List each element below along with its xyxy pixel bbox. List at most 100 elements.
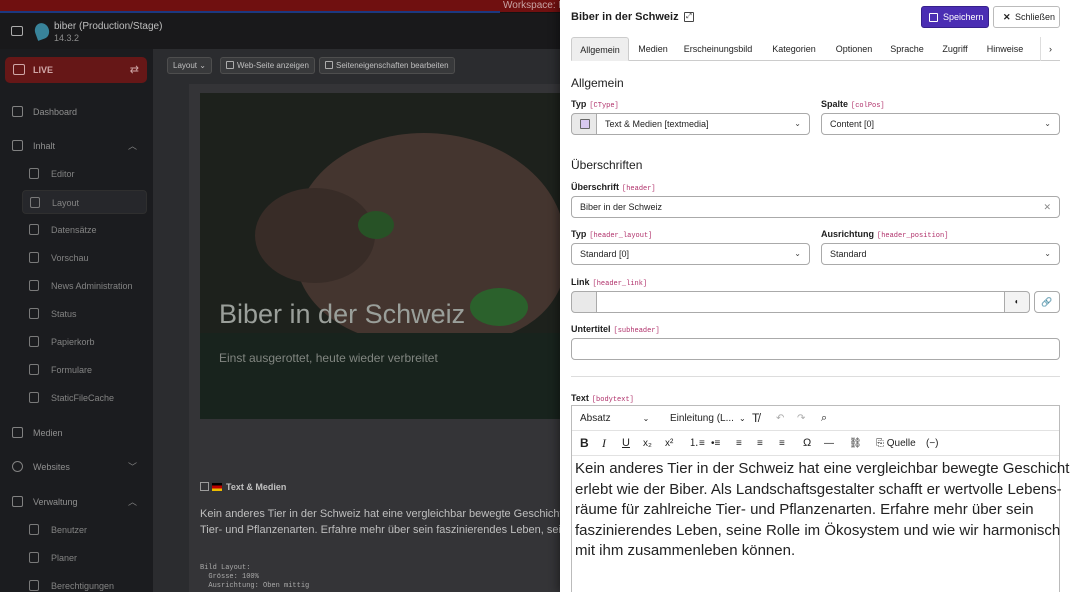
bulleted-list-icon[interactable]: •≡ <box>711 431 720 456</box>
bold-icon[interactable]: B <box>580 431 589 456</box>
underline-icon[interactable]: U <box>622 431 630 456</box>
ctype-label-text: Typ <box>571 99 587 109</box>
tab-medien[interactable]: Medien <box>631 37 675 61</box>
find-replace-icon[interactable]: ⌕ <box>821 406 827 431</box>
link-browser-icon[interactable]: 🔗 <box>1034 291 1060 313</box>
header-link-code: [header_link] <box>592 280 648 288</box>
chevron-down-icon: ⌄ <box>738 414 746 423</box>
tab-optionen[interactable]: Optionen <box>829 37 879 61</box>
align-right-icon[interactable]: ≡ <box>779 431 785 456</box>
header-value: Biber in der Schweiz <box>580 202 663 212</box>
horizontal-line-icon[interactable]: — <box>824 431 834 456</box>
ctype-value: Text & Medien [textmedia] <box>605 119 709 129</box>
textmedia-icon <box>580 119 590 129</box>
rte-toolbar-row-1: Absatz ⌄ Einleitung (L... ⌄ T̸ ↶ ↷ ⌕ <box>572 406 1059 431</box>
source-button[interactable]: ⎘ Quelle <box>876 431 916 456</box>
save-button[interactable]: Speichern <box>921 6 989 28</box>
close-icon: ✕ <box>1003 12 1011 22</box>
remove-format-icon[interactable]: T̸ <box>752 406 759 431</box>
ctype-select[interactable]: Text & Medien [textmedia] ⌄ <box>596 113 810 135</box>
source-label: Quelle <box>886 438 916 449</box>
subscript-icon[interactable]: x₂ <box>643 431 652 456</box>
superscript-icon[interactable]: x² <box>665 431 673 456</box>
tab-erscheinungsbild[interactable]: Erscheinungsbild <box>677 37 759 61</box>
subheader-input[interactable] <box>571 338 1060 360</box>
header-link-label-text: Link <box>571 277 590 287</box>
chevron-down-icon: ⌄ <box>642 414 650 423</box>
header-link-input[interactable] <box>596 291 1005 313</box>
header-layout-label-text: Typ <box>571 229 587 239</box>
rte-content[interactable]: Kein anderes Tier in der Schweiz hat ein… <box>575 459 1070 562</box>
rich-text-editor: Absatz ⌄ Einleitung (L... ⌄ T̸ ↶ ↷ ⌕ B I U… <box>571 405 1070 592</box>
subheader-code: [subheader] <box>613 327 660 335</box>
panel-title: Biber in der Schweiz <box>571 11 679 23</box>
header-input[interactable]: Biber in der Schweiz ✕ <box>571 196 1060 218</box>
tab-kategorien[interactable]: Kategorien <box>763 37 825 61</box>
header-layout-code: [header_layout] <box>589 232 653 240</box>
bodytext-code: [bodytext] <box>591 396 634 404</box>
bodytext-label: Text [bodytext] <box>571 393 634 404</box>
colpos-select[interactable]: Content [0] ⌄ <box>821 113 1060 135</box>
section-headers-heading: Überschriften <box>571 158 643 172</box>
header-layout-select[interactable]: Standard [0] ⌄ <box>571 243 810 265</box>
colpos-label: Spalte [colPos] <box>821 99 885 110</box>
redo-icon[interactable]: ↷ <box>797 406 805 431</box>
app-root: Workspace: LIVE biber (Production/Stage)… <box>0 0 1070 592</box>
subheader-label-text: Untertitel <box>571 324 611 334</box>
save-icon <box>929 13 938 22</box>
undo-icon[interactable]: ↶ <box>776 406 784 431</box>
bodytext-label-text: Text <box>571 393 589 403</box>
tab-hinweise[interactable]: Hinweise <box>979 37 1031 61</box>
header-position-label: Ausrichtung [header_position] <box>821 229 948 240</box>
header-label-text: Überschrift <box>571 182 620 192</box>
tab-allgemein[interactable]: Allgemein <box>571 37 629 61</box>
header-code: [header] <box>622 185 656 193</box>
numbered-list-icon[interactable]: ⒈≡ <box>689 431 705 456</box>
source-icon: ⎘ <box>876 438 884 449</box>
header-position-label-text: Ausrichtung <box>821 229 874 239</box>
tab-bar: Allgemein Medien Erscheinungsbild Katego… <box>571 37 1060 61</box>
paragraph-style-select[interactable]: Absatz ⌄ <box>580 406 649 431</box>
tab-sprache[interactable]: Sprache <box>883 37 931 61</box>
header-position-select[interactable]: Standard ⌄ <box>821 243 1060 265</box>
header-layout-value: Standard [0] <box>580 249 630 259</box>
link-addon <box>571 291 597 313</box>
close-label: Schließen <box>1015 12 1056 22</box>
chevron-down-icon: ⌄ <box>794 249 801 258</box>
align-center-icon[interactable]: ≡ <box>757 431 763 456</box>
header-layout-label: Typ [header_layout] <box>571 229 652 240</box>
header-position-code: [header_position] <box>877 232 949 240</box>
divider <box>571 376 1060 377</box>
align-left-icon[interactable]: ≡ <box>736 431 742 456</box>
expand-icon[interactable]: ⤢ <box>684 12 694 22</box>
ctype-label: Typ [CType] <box>571 99 619 110</box>
panel-header: Biber in der Schweiz ⤢ Speichern ✕ Schlie… <box>560 0 1070 35</box>
soft-hyphen-icon[interactable]: (−) <box>926 431 939 456</box>
ctype-code: [CType] <box>589 102 619 110</box>
backdrop <box>0 0 560 592</box>
rte-toolbar-row-2: B I U x₂ x² ⒈≡ •≡ ≡ ≡ ≡ Ω — ⛓ ⎘ Quelle (… <box>572 431 1059 456</box>
link-icon[interactable]: ⛓ <box>849 431 862 456</box>
heading-style-select[interactable]: Einleitung (L... ⌄ <box>670 406 746 431</box>
tab-zugriff[interactable]: Zugriff <box>935 37 975 61</box>
save-label: Speichern <box>943 12 984 22</box>
clear-icon[interactable]: ✕ <box>1043 197 1051 217</box>
paragraph-style-value: Absatz <box>580 413 611 424</box>
chevron-down-icon: ⌄ <box>1044 119 1051 128</box>
link-popup-icon[interactable]: ◐ <box>1004 291 1030 313</box>
tabs-scroll-right-icon[interactable]: › <box>1040 37 1060 61</box>
colpos-label-text: Spalte <box>821 99 849 109</box>
header-label: Überschrift [header] <box>571 182 656 193</box>
chevron-down-icon: ⌄ <box>794 119 801 128</box>
header-position-value: Standard <box>830 249 867 259</box>
ctype-icon-addon <box>571 113 597 135</box>
colpos-value: Content [0] <box>830 119 875 129</box>
subheader-label: Untertitel [subheader] <box>571 324 660 335</box>
edit-panel: Biber in der Schweiz ⤢ Speichern ✕ Schlie… <box>560 0 1070 592</box>
italic-icon[interactable]: I <box>602 431 606 456</box>
header-link-label: Link [header_link] <box>571 277 647 288</box>
colpos-code: [colPos] <box>851 102 885 110</box>
close-button[interactable]: ✕ Schließen <box>993 6 1060 28</box>
special-characters-icon[interactable]: Ω <box>803 431 811 456</box>
section-allgemein-heading: Allgemein <box>571 76 624 90</box>
